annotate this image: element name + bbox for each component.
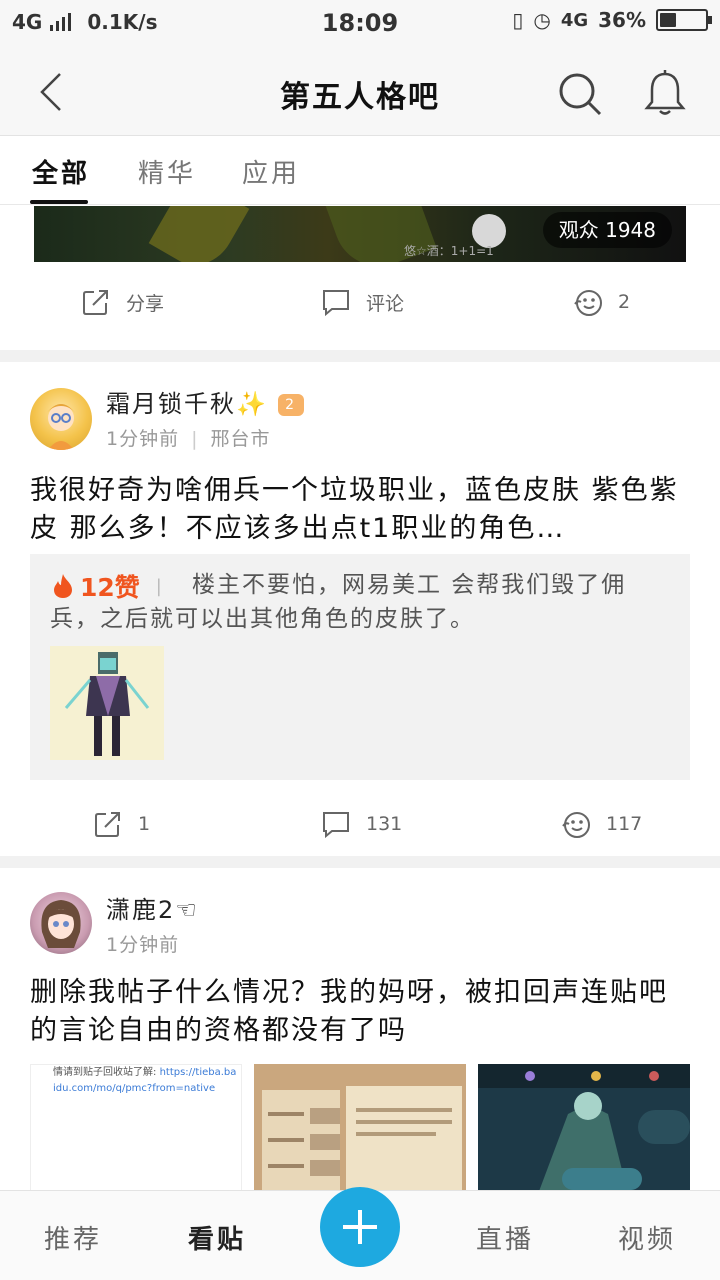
live-video-thumbnail[interactable]: 悠☆酒：1+1=1 观众 1948: [34, 206, 686, 262]
section-divider: [0, 350, 720, 362]
comment-icon: [323, 290, 349, 317]
status-bar: 4G 0.1K/s 18:09 ▯ ◷ 4G 36%: [0, 0, 720, 48]
notification-button[interactable]: [640, 68, 690, 118]
network-right: 4G: [560, 9, 589, 31]
share-button[interactable]: 1: [92, 808, 150, 840]
like-button[interactable]: 117: [560, 808, 642, 840]
avatar-illustration: [46, 404, 76, 450]
create-post-button[interactable]: [320, 1187, 400, 1267]
meta-separator: |: [191, 428, 199, 450]
share-label: 分享: [126, 292, 165, 315]
bottom-nav: 推荐 看贴 直播 视频: [0, 1187, 720, 1280]
post-feed[interactable]: 悠☆酒：1+1=1 观众 1948 分享 评论 2 霜月锁千秋✨ 2 1分钟前 |…: [0, 206, 720, 1190]
author-name-text: 霜月锁千秋: [106, 390, 236, 418]
share-button[interactable]: 分享: [80, 286, 164, 318]
like-count: 2: [618, 291, 631, 313]
tab-all[interactable]: 全部: [32, 153, 90, 190]
like-face-icon: [562, 812, 590, 838]
post-time: 1分钟前: [106, 428, 180, 450]
tab-apps[interactable]: 应用: [242, 153, 300, 190]
game-scene-image: [478, 1064, 690, 1190]
like-button[interactable]: 2: [572, 286, 630, 318]
like-count: 117: [606, 813, 643, 835]
battery-percent: 36%: [598, 8, 646, 32]
tab-bar: 全部 精华 应用: [0, 137, 720, 205]
post-images: 情请到贴子回收站了解: https://tieba.baidu.com/mo/q…: [30, 1064, 690, 1190]
post-title[interactable]: 删除我帖子什么情况？我的妈呀，被扣回声连贴吧的言论自由的资格都没有了吗: [30, 974, 690, 1050]
vibrate-icon: ▯: [512, 8, 524, 32]
author-name[interactable]: 霜月锁千秋✨ 2: [106, 384, 304, 419]
alarm-icon: ◷: [533, 8, 551, 32]
post-card[interactable]: 霜月锁千秋✨ 2 1分钟前 | 邢台市 我很好奇为啥佣兵一个垃圾职业，蓝色皮肤 紫色…: [0, 362, 720, 856]
post-image[interactable]: [478, 1064, 690, 1190]
like-face-icon: [574, 290, 602, 316]
danmaku-text: 悠☆酒：1+1=1: [404, 244, 494, 258]
post-image[interactable]: 情请到贴子回收站了解: https://tieba.baidu.com/mo/q…: [30, 1064, 242, 1190]
post-image[interactable]: [254, 1064, 466, 1190]
post-title[interactable]: 我很好奇为啥佣兵一个垃圾职业，蓝色皮肤 紫色紫皮 那么多！不应该多出点t1职业的…: [30, 472, 690, 548]
image-caption-text: 情请到贴子回收站了解:: [53, 1067, 160, 1078]
live-card-actions: 分享 评论 2: [0, 278, 720, 334]
share-icon: [83, 290, 108, 315]
post-time: 1分钟前: [106, 934, 180, 956]
author-name-text: 潇鹿2: [106, 896, 176, 924]
active-tab-indicator: [30, 200, 88, 204]
nav-video[interactable]: 视频: [618, 1219, 676, 1256]
post-card[interactable]: 潇鹿2☜ 1分钟前 删除我帖子什么情况？我的妈呀，被扣回声连贴吧的言论自由的资格…: [0, 868, 720, 1190]
bell-icon: [644, 70, 686, 115]
battery-fill: [660, 13, 676, 27]
search-button[interactable]: [556, 70, 604, 118]
comment-image[interactable]: [50, 646, 164, 760]
comment-label: 评论: [366, 292, 405, 315]
plus-icon: [343, 1210, 377, 1244]
search-icon: [559, 73, 602, 116]
status-right: ▯ ◷ 4G 36%: [512, 8, 712, 32]
post-meta: 1分钟前 | 邢台市: [106, 424, 271, 451]
comment-count: 131: [366, 813, 403, 835]
author-name[interactable]: 潇鹿2☜: [106, 890, 199, 925]
sparkle-badge-icon: ✨: [236, 390, 268, 418]
comment-icon: [323, 812, 349, 839]
image-caption: 情请到贴子回收站了解: https://tieba.baidu.com/mo/q…: [53, 1065, 238, 1097]
post-meta: 1分钟前: [106, 930, 179, 957]
tab-featured[interactable]: 精华: [138, 153, 196, 190]
app-header: 第五人格吧: [0, 48, 720, 136]
share-count: 1: [138, 813, 151, 835]
post-actions: 1 131 117: [0, 800, 720, 856]
character-figure-image: [64, 652, 150, 756]
mail-screenshot-image: [254, 1064, 466, 1190]
comment-button[interactable]: 评论: [320, 286, 404, 318]
battery-icon: [656, 9, 712, 31]
page-title: 第五人格吧: [280, 80, 440, 115]
nav-posts[interactable]: 看贴: [188, 1219, 246, 1256]
post-location: 邢台市: [210, 428, 271, 450]
nav-recommend[interactable]: 推荐: [44, 1219, 102, 1256]
nav-live[interactable]: 直播: [476, 1219, 534, 1256]
viewer-count-badge: 观众 1948: [542, 212, 672, 248]
avatar[interactable]: [30, 388, 92, 450]
pointing-hand-icon: ☜: [175, 896, 199, 924]
video-foliage: [148, 206, 250, 262]
level-badge-icon: 2: [277, 394, 304, 416]
avatar-illustration: [41, 900, 81, 948]
comment-text: 楼主不要怕，网易美工 会帮我们毁了佣兵，之后就可以出其他角色的皮肤了。: [50, 572, 627, 632]
section-divider: [0, 856, 720, 868]
share-icon: [95, 812, 120, 837]
avatar[interactable]: [30, 892, 92, 954]
top-comment-box[interactable]: 12赞 | 楼主不要怕，网易美工 会帮我们毁了佣兵，之后就可以出其他角色的皮肤了…: [30, 554, 690, 780]
comment-button[interactable]: 131: [320, 808, 402, 840]
